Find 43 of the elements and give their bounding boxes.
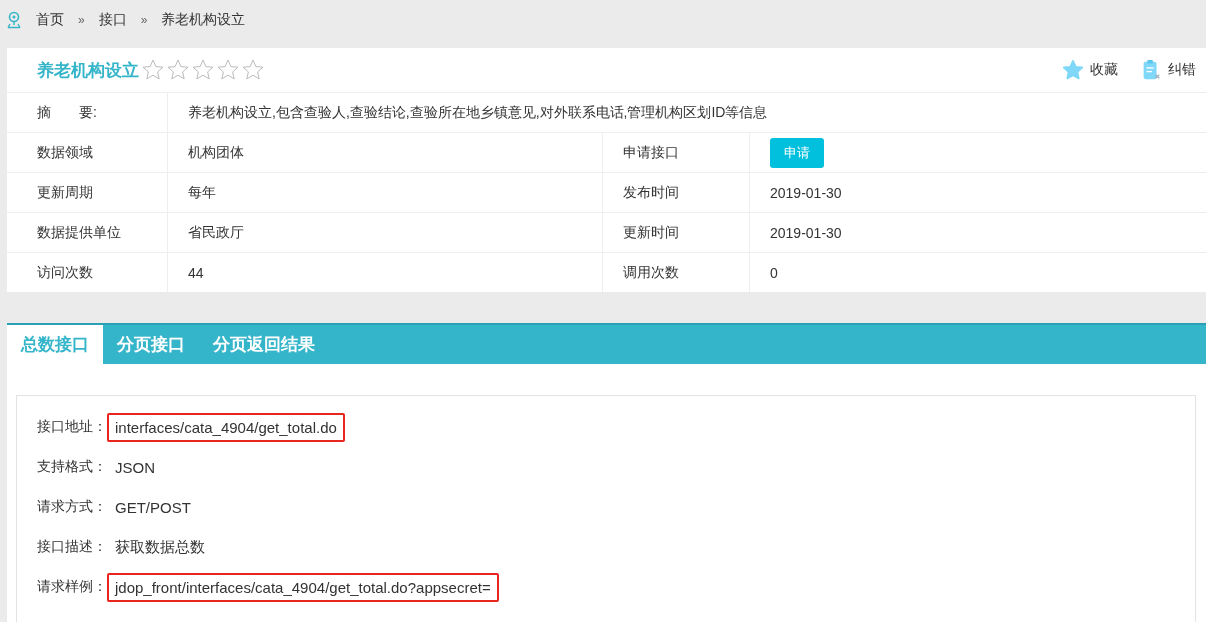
- field-label: 申请接口: [602, 132, 750, 173]
- star-icon[interactable]: [216, 58, 240, 82]
- detail-label: 请求方式：: [37, 498, 107, 516]
- field-label: 数据领域: [7, 132, 168, 173]
- field-value: 养老机构设立,包含查验人,查验结论,查验所在地乡镇意见,对外联系电话,管理机构区划ID等信息: [167, 93, 1206, 133]
- field-label: 摘 要:: [7, 93, 168, 133]
- star-icon[interactable]: [166, 58, 190, 82]
- field-value: 2019-01-30: [749, 212, 1206, 253]
- highlighted-value: interfaces/cata_4904/get_total.do: [107, 412, 345, 442]
- star-rating[interactable]: [141, 58, 265, 82]
- field-value: 每年: [167, 172, 603, 213]
- detail-value: 获取数据总数: [114, 536, 206, 557]
- detail-label: 请求样例：: [37, 578, 107, 596]
- field-value: 44: [167, 252, 603, 292]
- field-value: 机构团体: [167, 132, 603, 173]
- field-value: 省民政厅: [167, 212, 603, 253]
- star-icon[interactable]: [241, 58, 265, 82]
- dataset-title: 养老机构设立: [37, 59, 139, 82]
- highlighted-value: jdop_front/interfaces/cata_4904/get_total.do?appsecret=: [107, 572, 499, 602]
- field-label: 数据提供单位: [7, 212, 168, 253]
- detail-label: 接口描述：: [37, 538, 107, 556]
- breadcrumb-link[interactable]: 接口: [92, 11, 133, 29]
- field-value: 2019-01-30: [749, 172, 1206, 213]
- field-label: 更新周期: [7, 172, 168, 213]
- detail-label: 支持格式：: [37, 458, 107, 476]
- field-value: 0: [749, 252, 1206, 292]
- star-icon[interactable]: [191, 58, 215, 82]
- detail-value: GET/POST: [114, 497, 192, 518]
- action-link[interactable]: 收藏: [1090, 61, 1118, 79]
- field-label: 发布时间: [602, 172, 750, 213]
- breadcrumb-separator: »: [139, 13, 149, 27]
- detail-label: 接口地址：: [37, 418, 107, 436]
- field-label: 访问次数: [7, 252, 168, 292]
- star-icon[interactable]: [141, 58, 165, 82]
- breadcrumb-separator: »: [77, 13, 86, 27]
- field-label: 更新时间: [602, 212, 750, 253]
- star-icon: [1062, 59, 1084, 81]
- breadcrumb-link[interactable]: 首页: [30, 11, 70, 29]
- action-link[interactable]: 纠错: [1168, 61, 1196, 79]
- detail-value: JSON: [114, 457, 156, 478]
- field-label: 调用次数: [602, 252, 750, 292]
- location-pin-icon: [6, 11, 22, 29]
- breadcrumb-link[interactable]: 养老机构设立: [155, 11, 252, 29]
